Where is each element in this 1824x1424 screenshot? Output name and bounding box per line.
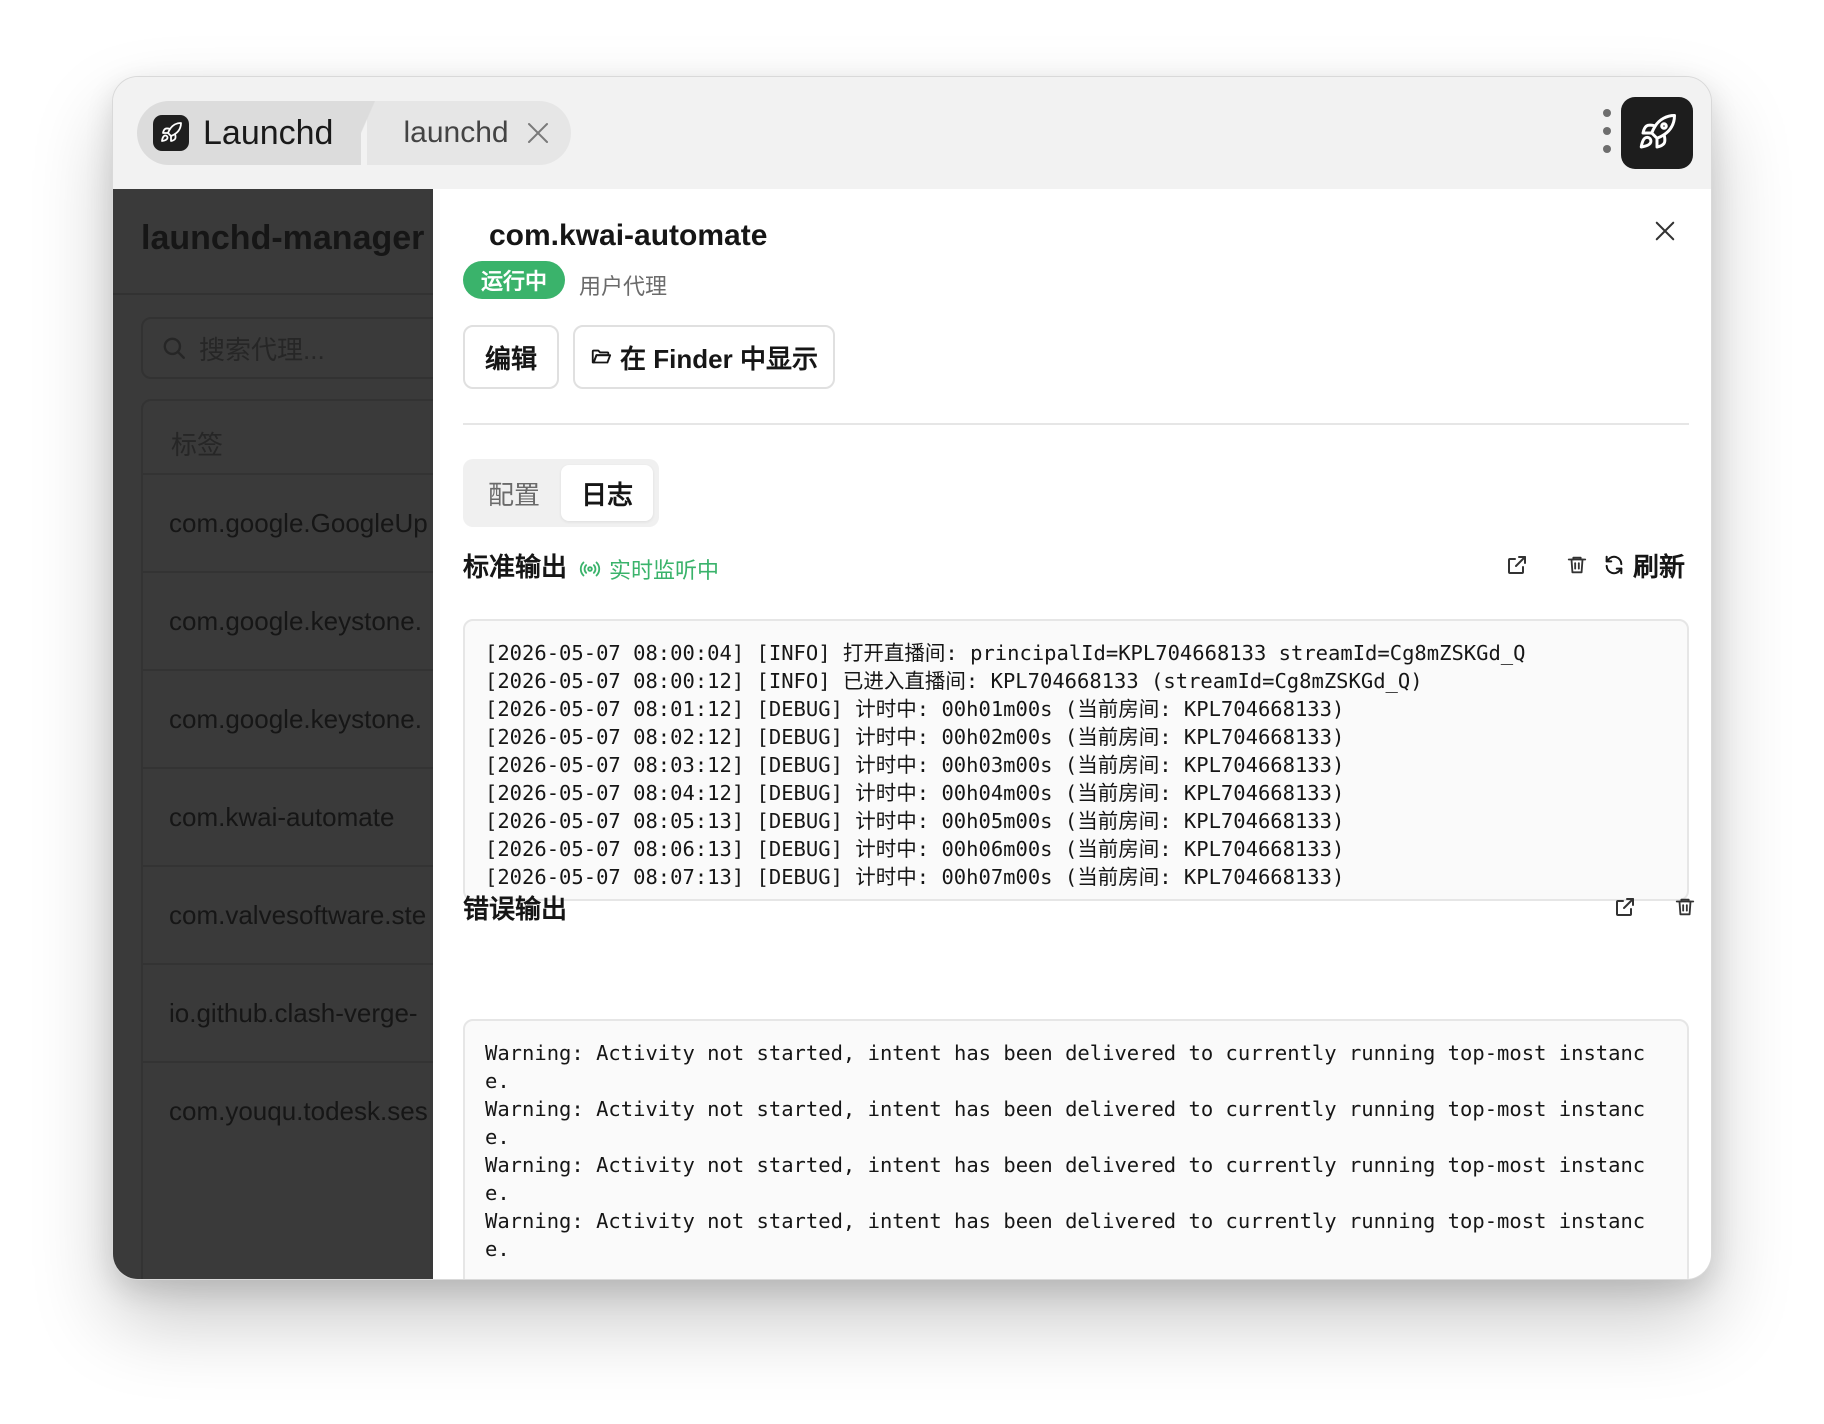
sidebar-divider [113, 293, 433, 295]
tab-document-title: launchd [403, 116, 509, 149]
stderr-title: 错误输出 [463, 894, 568, 924]
tab-config[interactable]: 配置 [469, 465, 559, 521]
edit-button-label: 编辑 [484, 343, 537, 374]
folder-icon [591, 349, 612, 364]
list-item[interactable]: com.google.GoogleUp [143, 473, 433, 571]
stdout-log-view[interactable]: [2026-05-07 08:00:04] [INFO] 打开直播间: prin… [463, 619, 1689, 901]
sidebar-title: launchd-manager [141, 219, 425, 257]
stderr-log-text: Warning: Activity not started, intent ha… [485, 1039, 1667, 1263]
app-launcher-button[interactable] [1621, 97, 1693, 169]
list-item[interactable]: com.kwai-automate [143, 767, 433, 865]
live-monitor-label: 实时监听中 [609, 558, 720, 583]
tab-app-title: Launchd [203, 113, 334, 152]
list-item[interactable]: io.github.clash-verge- [143, 963, 433, 1061]
more-options-icon[interactable] [1601, 109, 1613, 153]
agent-title: com.kwai-automate [489, 219, 768, 252]
log-line: [2026-05-07 08:05:13] [DEBUG] 计时中: 00h05… [485, 809, 1345, 833]
stderr-open-external-button[interactable] [1605, 887, 1645, 927]
log-line: [2026-05-07 08:02:12] [DEBUG] 计时中: 00h02… [485, 725, 1345, 749]
close-icon[interactable] [525, 120, 551, 146]
stderr-clear-button[interactable] [1665, 887, 1705, 927]
sidebar: launchd-manager 搜索代理... 标签 com.google.Go… [113, 189, 433, 1279]
list-item[interactable]: com.youqu.todesk.ses [143, 1061, 433, 1159]
log-line: Warning: Activity not started, intent ha… [485, 1041, 1646, 1093]
title-bar: Launchd launchd [113, 77, 1711, 189]
tab-group: Launchd launchd [137, 101, 571, 165]
log-line: Warning: Activity not started, intent ha… [485, 1097, 1646, 1149]
log-line: [2026-05-07 08:00:12] [INFO] 已进入直播间: KPL… [485, 669, 1423, 693]
stdout-title: 标准输出 [463, 552, 568, 582]
tab-logs[interactable]: 日志 [561, 465, 653, 521]
stdout-clear-button[interactable] [1557, 545, 1597, 585]
list-item[interactable]: com.valvesoftware.ste [143, 865, 433, 963]
log-line: Warning: Activity not started, intent ha… [485, 1209, 1646, 1261]
trash-icon [1567, 556, 1587, 574]
search-icon [163, 337, 185, 359]
log-line: [2026-05-07 08:01:12] [DEBUG] 计时中: 00h01… [485, 697, 1345, 721]
detail-tabs: 配置 日志 [463, 459, 659, 527]
trash-icon [1675, 898, 1695, 916]
agent-type-label: 用户代理 [579, 274, 668, 299]
app-window: Launchd launchd launchd-manager 搜索代理... … [112, 76, 1712, 1280]
agent-list: 标签 com.google.GoogleUp com.google.keysto… [141, 399, 433, 1279]
log-line: [2026-05-07 08:00:04] [INFO] 打开直播间: prin… [485, 641, 1526, 665]
external-link-icon [1508, 556, 1526, 574]
log-line: [2026-05-07 08:04:12] [DEBUG] 计时中: 00h04… [485, 781, 1345, 805]
log-line: Warning: Activity not started, intent ha… [485, 1153, 1646, 1205]
search-placeholder: 搜索代理... [199, 334, 325, 365]
status-badge: 运行中 [463, 261, 566, 299]
list-item[interactable]: com.google.keystone. [143, 669, 433, 767]
stderr-log-view[interactable]: Warning: Activity not started, intent ha… [463, 1019, 1689, 1279]
show-in-finder-button[interactable]: 在 Finder 中显示 [573, 325, 835, 389]
stdout-open-external-button[interactable] [1497, 545, 1537, 585]
rocket-icon [1639, 114, 1676, 149]
live-monitor-indicator: 实时监听中 [579, 553, 719, 585]
edit-button[interactable]: 编辑 [463, 325, 559, 389]
agent-detail-panel: com.kwai-automate 运行中 用户代理 编辑 在 Finder 中… [433, 189, 1711, 1279]
log-line: [2026-05-07 08:06:13] [DEBUG] 计时中: 00h06… [485, 837, 1345, 861]
refresh-button[interactable]: 刷新 [1603, 545, 1685, 585]
show-in-finder-label: 在 Finder 中显示 [620, 343, 818, 374]
log-line: [2026-05-07 08:03:12] [DEBUG] 计时中: 00h03… [485, 753, 1345, 777]
tab-document-launchd[interactable]: launchd [367, 101, 571, 165]
list-item[interactable]: com.google.keystone. [143, 571, 433, 669]
panel-divider [463, 423, 1689, 425]
log-line: [2026-05-07 08:07:13] [DEBUG] 计时中: 00h07… [485, 865, 1345, 889]
rocket-icon [153, 115, 189, 151]
refresh-label: 刷新 [1632, 551, 1685, 582]
tab-app-launchd[interactable]: Launchd [137, 101, 376, 165]
close-icon[interactable] [1647, 213, 1683, 249]
refresh-icon [1605, 555, 1623, 575]
broadcast-icon [579, 561, 601, 577]
list-header: 标签 [171, 430, 224, 460]
stdout-log-text: [2026-05-07 08:00:04] [INFO] 打开直播间: prin… [485, 639, 1667, 891]
external-link-icon [1616, 898, 1634, 916]
search-input[interactable]: 搜索代理... [141, 317, 433, 379]
